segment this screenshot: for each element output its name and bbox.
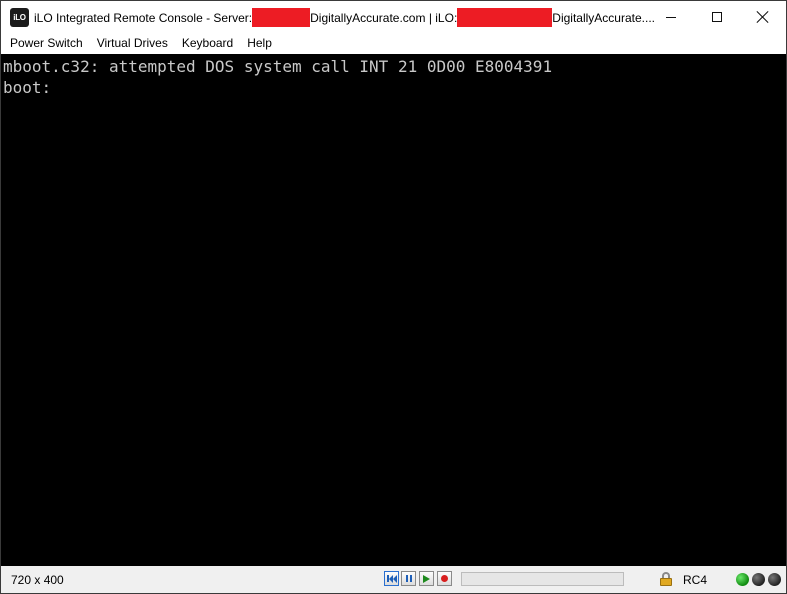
menu-bar: Power Switch Virtual Drives Keyboard Hel…	[1, 33, 786, 54]
encryption-label: RC4	[683, 573, 708, 587]
minimize-icon	[666, 16, 676, 18]
title-bar[interactable]: iLO iLO Integrated Remote Console - Serv…	[1, 1, 786, 33]
record-icon	[441, 575, 448, 582]
play-button[interactable]	[419, 571, 434, 586]
playback-progress-bar[interactable]	[461, 572, 624, 586]
menu-power-switch[interactable]: Power Switch	[3, 33, 90, 54]
title-prefix: iLO Integrated Remote Console - Server:	[34, 11, 253, 25]
rewind-icon	[386, 574, 397, 583]
pause-button[interactable]	[401, 571, 416, 586]
remote-console-screen[interactable]: mboot.c32: attempted DOS system call INT…	[1, 54, 786, 566]
rewind-button[interactable]	[384, 571, 399, 586]
record-button[interactable]	[437, 571, 452, 586]
status-bar: 720 x 400 RC4	[1, 566, 786, 593]
status-led-dark	[768, 573, 781, 586]
console-line: boot:	[3, 78, 52, 97]
redaction-block-ilo	[457, 8, 553, 27]
menu-help[interactable]: Help	[240, 33, 279, 54]
title-server-suffix: DigitallyAccurate.com | iLO:	[310, 11, 458, 25]
play-icon	[423, 574, 430, 583]
minimize-button[interactable]	[648, 1, 694, 33]
ilo-app-icon[interactable]: iLO	[10, 8, 29, 27]
pause-icon	[405, 575, 412, 582]
redaction-block-server	[252, 8, 311, 27]
maximize-icon	[712, 12, 722, 22]
title-ilo-suffix: DigitallyAccurate....	[552, 11, 655, 25]
status-led-dark	[752, 573, 765, 586]
status-led-green	[736, 573, 749, 586]
resolution-readout: 720 x 400	[11, 573, 64, 587]
menu-virtual-drives[interactable]: Virtual Drives	[90, 33, 175, 54]
window-title: iLO Integrated Remote Console - Server: …	[34, 8, 655, 27]
maximize-button[interactable]	[694, 1, 740, 33]
menu-keyboard[interactable]: Keyboard	[175, 33, 240, 54]
console-line: mboot.c32: attempted DOS system call INT…	[3, 57, 553, 76]
lock-icon	[660, 572, 672, 586]
close-button[interactable]	[740, 1, 786, 33]
remote-console-window: iLO iLO Integrated Remote Console - Serv…	[0, 0, 787, 594]
close-icon	[757, 11, 769, 23]
